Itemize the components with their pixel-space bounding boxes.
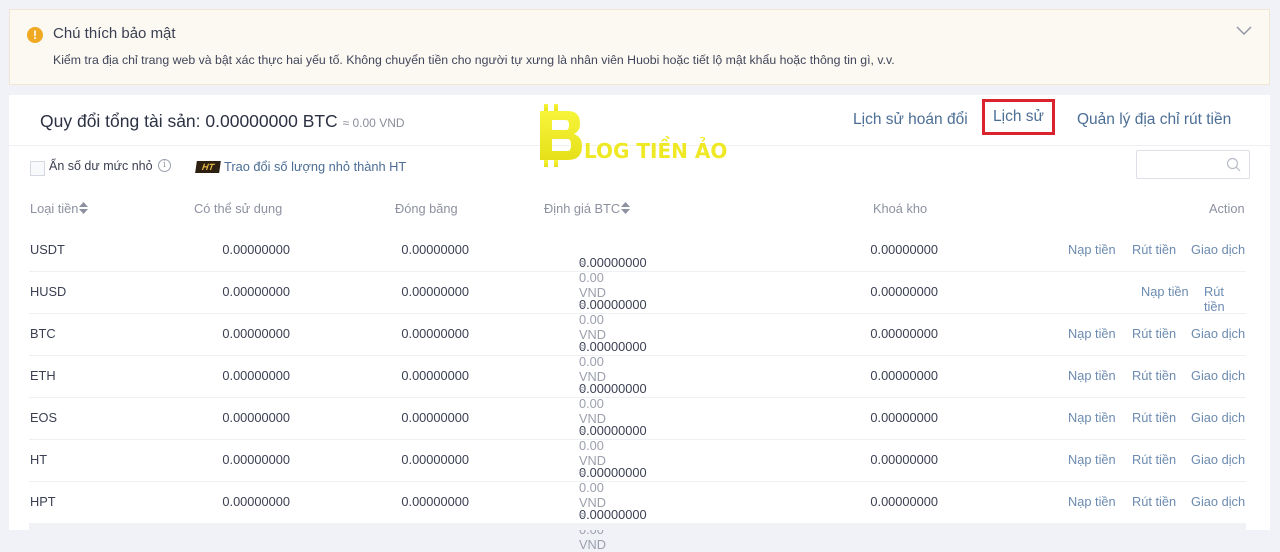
deposit-link[interactable]: Nạp tiền [1068,326,1116,341]
locked-amount: 0.00000000 [870,242,938,257]
table-row: HUSD 0.00000000 0.00000000 0.00000000 ≈ 0.0… [29,271,1246,342]
security-notice: ! Chú thích bảo mật Kiểm tra địa chỉ tra… [9,9,1270,85]
hide-small-balance-label: Ẩn số dư mức nhỏ [49,159,153,173]
notice-title: Chú thích bảo mật [53,25,176,42]
trade-link[interactable]: Giao dịch [1191,326,1245,341]
coin-name: HUSD [30,284,67,299]
info-icon[interactable]: i [158,159,171,172]
locked-amount: 0.00000000 [870,368,938,383]
available-amount: 0.00000000 [222,242,290,257]
history-link[interactable]: Lịch sử [982,99,1055,135]
total-assets-vnd: ≈ 0.00 VND [342,116,405,130]
watermark-text: LOG TIỀN ẢO [584,137,727,163]
available-amount: 0.00000000 [222,284,290,299]
column-header-btc-value[interactable]: Định giá BTC [544,201,631,216]
coin-name: ETH [30,368,56,383]
trade-link[interactable]: Giao dịch [1191,494,1245,509]
sort-icon [621,202,631,214]
frozen-amount: 0.00000000 [401,368,469,383]
trade-link[interactable]: Giao dịch [1191,242,1245,257]
table-row: USDT 0.00000000 0.00000000 0.00000000 ≈ 0.0… [29,229,1246,300]
locked-amount: 0.00000000 [870,326,938,341]
column-header-action: Action [1209,201,1245,216]
withdraw-link[interactable]: Rút tiền [1132,410,1176,425]
frozen-amount: 0.00000000 [401,494,469,509]
available-amount: 0.00000000 [222,410,290,425]
total-assets: Quy đổi tổng tài sản: 0.00000000 BTC ≈ 0… [40,111,405,132]
column-btc-value-label: Định giá BTC [544,201,621,216]
column-header-locked: Khoá kho [873,201,928,216]
available-amount: 0.00000000 [222,368,290,383]
search-input[interactable] [1136,150,1250,179]
coin-name: EOS [30,410,58,425]
frozen-amount: 0.00000000 [401,242,469,257]
available-amount: 0.00000000 [222,326,290,341]
column-coin-label: Loại tiền [30,201,79,216]
table-footer [29,523,1246,530]
withdraw-link[interactable]: Rút tiền [1132,494,1176,509]
available-amount: 0.00000000 [222,452,290,467]
deposit-link[interactable]: Nạp tiền [1068,452,1116,467]
ht-logo-icon: HT [195,161,221,173]
frozen-amount: 0.00000000 [401,410,469,425]
notice-message: Kiểm tra địa chỉ trang web và bật xác th… [53,53,895,67]
withdraw-link[interactable]: Rút tiền [1132,368,1176,383]
column-header-coin[interactable]: Loại tiền [30,201,89,216]
coin-name: USDT [30,242,65,257]
hide-small-balance-checkbox[interactable] [30,161,45,176]
deposit-link[interactable]: Nạp tiền [1068,410,1116,425]
chevron-down-icon[interactable] [1235,24,1253,38]
coin-name: HPT [30,494,56,509]
table-row: BTC 0.00000000 0.00000000 0.00000000 ≈ 0.00… [29,313,1246,384]
assets-panel: Quy đổi tổng tài sản: 0.00000000 BTC ≈ 0… [9,95,1270,552]
coin-name: HT [30,452,48,467]
locked-amount: 0.00000000 [870,284,938,299]
available-amount: 0.00000000 [222,494,290,509]
withdraw-link[interactable]: Rút tiền [1132,326,1176,341]
trade-link[interactable]: Giao dịch [1191,452,1245,467]
convert-small-to-ht-link[interactable]: Trao đổi số lượng nhỏ thành HT [224,159,406,174]
locked-amount: 0.00000000 [870,452,938,467]
swap-history-link[interactable]: Lịch sử hoán đổi [853,111,968,129]
table-row: HT 0.00000000 0.00000000 0.00000000 ≈ 0.00 … [29,439,1246,510]
table-row: ETH 0.00000000 0.00000000 0.00000000 ≈ 0.00… [29,355,1246,426]
trade-link[interactable]: Giao dịch [1191,410,1245,425]
frozen-amount: 0.00000000 [401,326,469,341]
table-row: EOS 0.00000000 0.00000000 0.00000000 ≈ 0.00… [29,397,1246,468]
withdraw-link[interactable]: Rút tiền [1204,284,1246,314]
search-icon [1226,157,1241,172]
coin-name: BTC [30,326,56,341]
frozen-amount: 0.00000000 [401,284,469,299]
withdraw-link[interactable]: Rút tiền [1132,242,1176,257]
frozen-amount: 0.00000000 [401,452,469,467]
table-row: HPT0.000000000.000000000.00000000 ≈ 0.00… [29,481,1246,552]
locked-amount: 0.00000000 [870,494,938,509]
sort-icon [79,202,89,214]
column-header-frozen: Đóng băng [395,201,458,216]
deposit-link[interactable]: Nạp tiền [1068,368,1116,383]
total-assets-label: Quy đổi tổng tài sản: 0.00000000 BTC [40,111,338,131]
warning-icon: ! [27,27,43,43]
watermark-logo: LOG TIỀN ẢO [540,104,727,167]
deposit-link[interactable]: Nạp tiền [1068,494,1116,509]
trade-link[interactable]: Giao dịch [1191,368,1245,383]
deposit-link[interactable]: Nạp tiền [1141,284,1189,299]
deposit-link[interactable]: Nạp tiền [1068,242,1116,257]
panel-header: Quy đổi tổng tài sản: 0.00000000 BTC ≈ 0… [9,95,1270,167]
withdraw-address-link[interactable]: Quản lý địa chỉ rút tiền [1077,111,1231,129]
column-header-available: Có thể sử dụng [194,201,283,216]
locked-amount: 0.00000000 [870,410,938,425]
withdraw-link[interactable]: Rút tiền [1132,452,1176,467]
